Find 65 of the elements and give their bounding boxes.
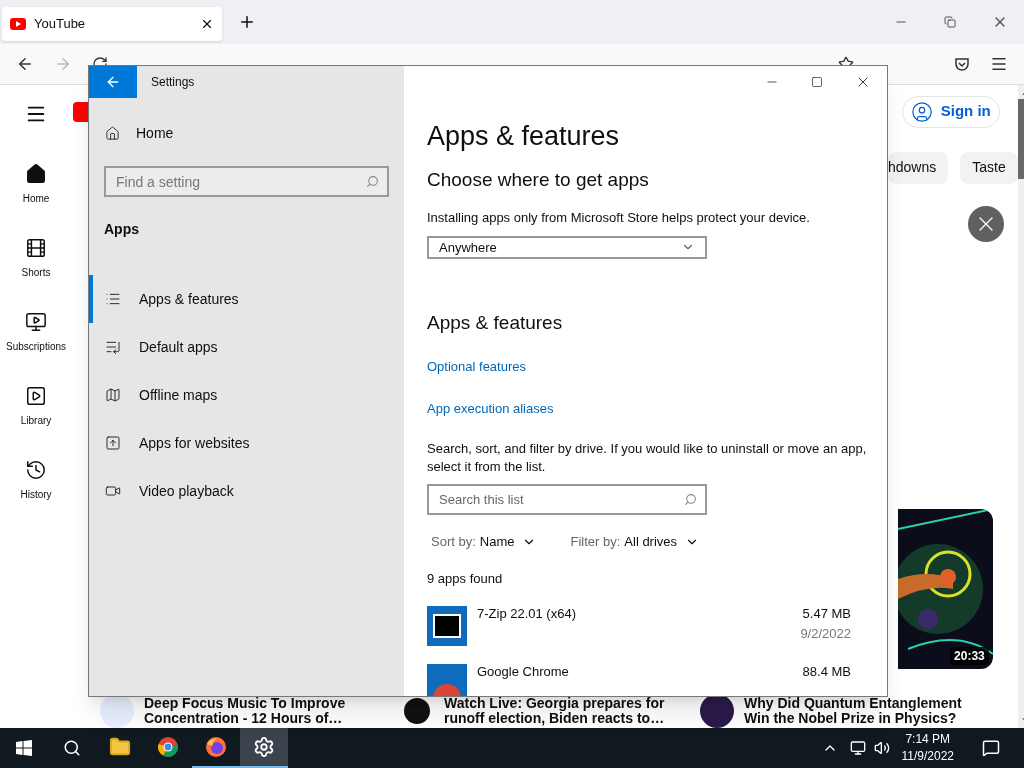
sidebar-item[interactable]: History — [0, 455, 72, 529]
link[interactable]: Optional features — [427, 357, 867, 377]
window-title: Settings — [151, 74, 195, 91]
back-icon[interactable] — [16, 55, 34, 73]
play-logo-icon — [10, 18, 26, 30]
duration-badge: 20:33 — [950, 647, 989, 665]
app-count: 9 apps found — [427, 569, 504, 588]
filter-chip[interactable]: Taste — [960, 151, 1018, 184]
video-title[interactable]: Why Did Quantum Entanglement Win the Nobel Prize in Physics? — [744, 696, 962, 726]
taskbar-app[interactable] — [240, 728, 288, 768]
sidebar-item[interactable]: Shorts — [0, 233, 72, 307]
tab-title: YouTube — [34, 15, 87, 34]
firefox-icon — [205, 736, 227, 758]
video-camera-icon — [105, 483, 121, 499]
app-list-item[interactable]: Google Chrome 88.4 MB — [427, 656, 851, 696]
notifications-icon[interactable] — [982, 739, 1000, 757]
menu-icon[interactable] — [990, 55, 1008, 73]
gear-icon — [253, 736, 275, 758]
map-icon — [105, 387, 121, 403]
sidebar-item[interactable]: Home — [0, 159, 72, 233]
new-tab-icon[interactable] — [238, 13, 256, 31]
browser-tab[interactable]: YouTube — [2, 7, 222, 41]
list-icon — [105, 339, 121, 355]
sidebar-item[interactable]: Library — [0, 381, 72, 455]
source-dropdown[interactable]: Anywhere — [427, 235, 707, 259]
maximize-icon[interactable] — [811, 76, 823, 88]
user-icon — [910, 100, 933, 123]
folder-icon — [109, 736, 131, 758]
home-icon — [105, 126, 120, 141]
close-icon[interactable] — [200, 17, 214, 31]
section-heading: Apps — [104, 220, 140, 239]
app-icon — [427, 664, 467, 696]
back-icon — [105, 74, 121, 90]
sort-dropdown[interactable]: Sort by: Name — [431, 532, 537, 552]
restore-icon[interactable] — [944, 16, 956, 28]
list-icon — [105, 291, 121, 307]
search-field[interactable]: Search this list — [427, 484, 707, 515]
video-title[interactable]: Deep Focus Music To Improve Concentration - 12 Hours of… — [144, 696, 346, 726]
upload-square-icon — [105, 435, 121, 451]
filter-chip[interactable]: hdowns — [888, 151, 949, 184]
nav-item[interactable]: Apps & features — [89, 275, 404, 323]
link[interactable]: App execution aliases — [427, 398, 867, 418]
nav-item[interactable]: Apps for websites — [89, 419, 404, 467]
nav-item[interactable]: Video playback — [89, 467, 404, 515]
section-heading: Apps & features — [427, 311, 564, 335]
description: Installing apps only from Microsoft Store helps protect your device. — [427, 209, 811, 227]
search-field[interactable]: Find a setting — [104, 166, 389, 197]
home-link[interactable]: Home — [105, 123, 404, 144]
sidebar-item[interactable]: Subscriptions — [0, 307, 72, 381]
close-button[interactable] — [967, 206, 1004, 242]
clock[interactable]: 7:14 PM 11/9/2022 — [897, 731, 958, 765]
nav-item[interactable]: Offline maps — [89, 371, 404, 419]
chrome-icon — [157, 736, 179, 758]
filter-dropdown[interactable]: Filter by: All drives — [570, 532, 700, 552]
volume-icon[interactable] — [873, 740, 890, 756]
network-icon[interactable] — [849, 740, 866, 756]
search-icon[interactable] — [63, 739, 81, 757]
video-title[interactable]: Watch Live: Georgia prepares for runoff election, Biden reacts to… — [444, 696, 665, 726]
pocket-icon[interactable] — [954, 56, 970, 72]
page-title: Apps & features — [427, 120, 621, 153]
app-list-item[interactable]: 7-Zip 22.01 (x64) 5.47 MB 9/2/2022 — [427, 598, 851, 656]
app-icon — [427, 606, 467, 646]
subheading: Choose where to get apps — [427, 168, 650, 192]
help-text: Search, sort, and filter by drive. If you would like to uninstall or move an app, select it from the list. — [427, 440, 867, 476]
nav-item[interactable]: Default apps — [89, 323, 404, 371]
